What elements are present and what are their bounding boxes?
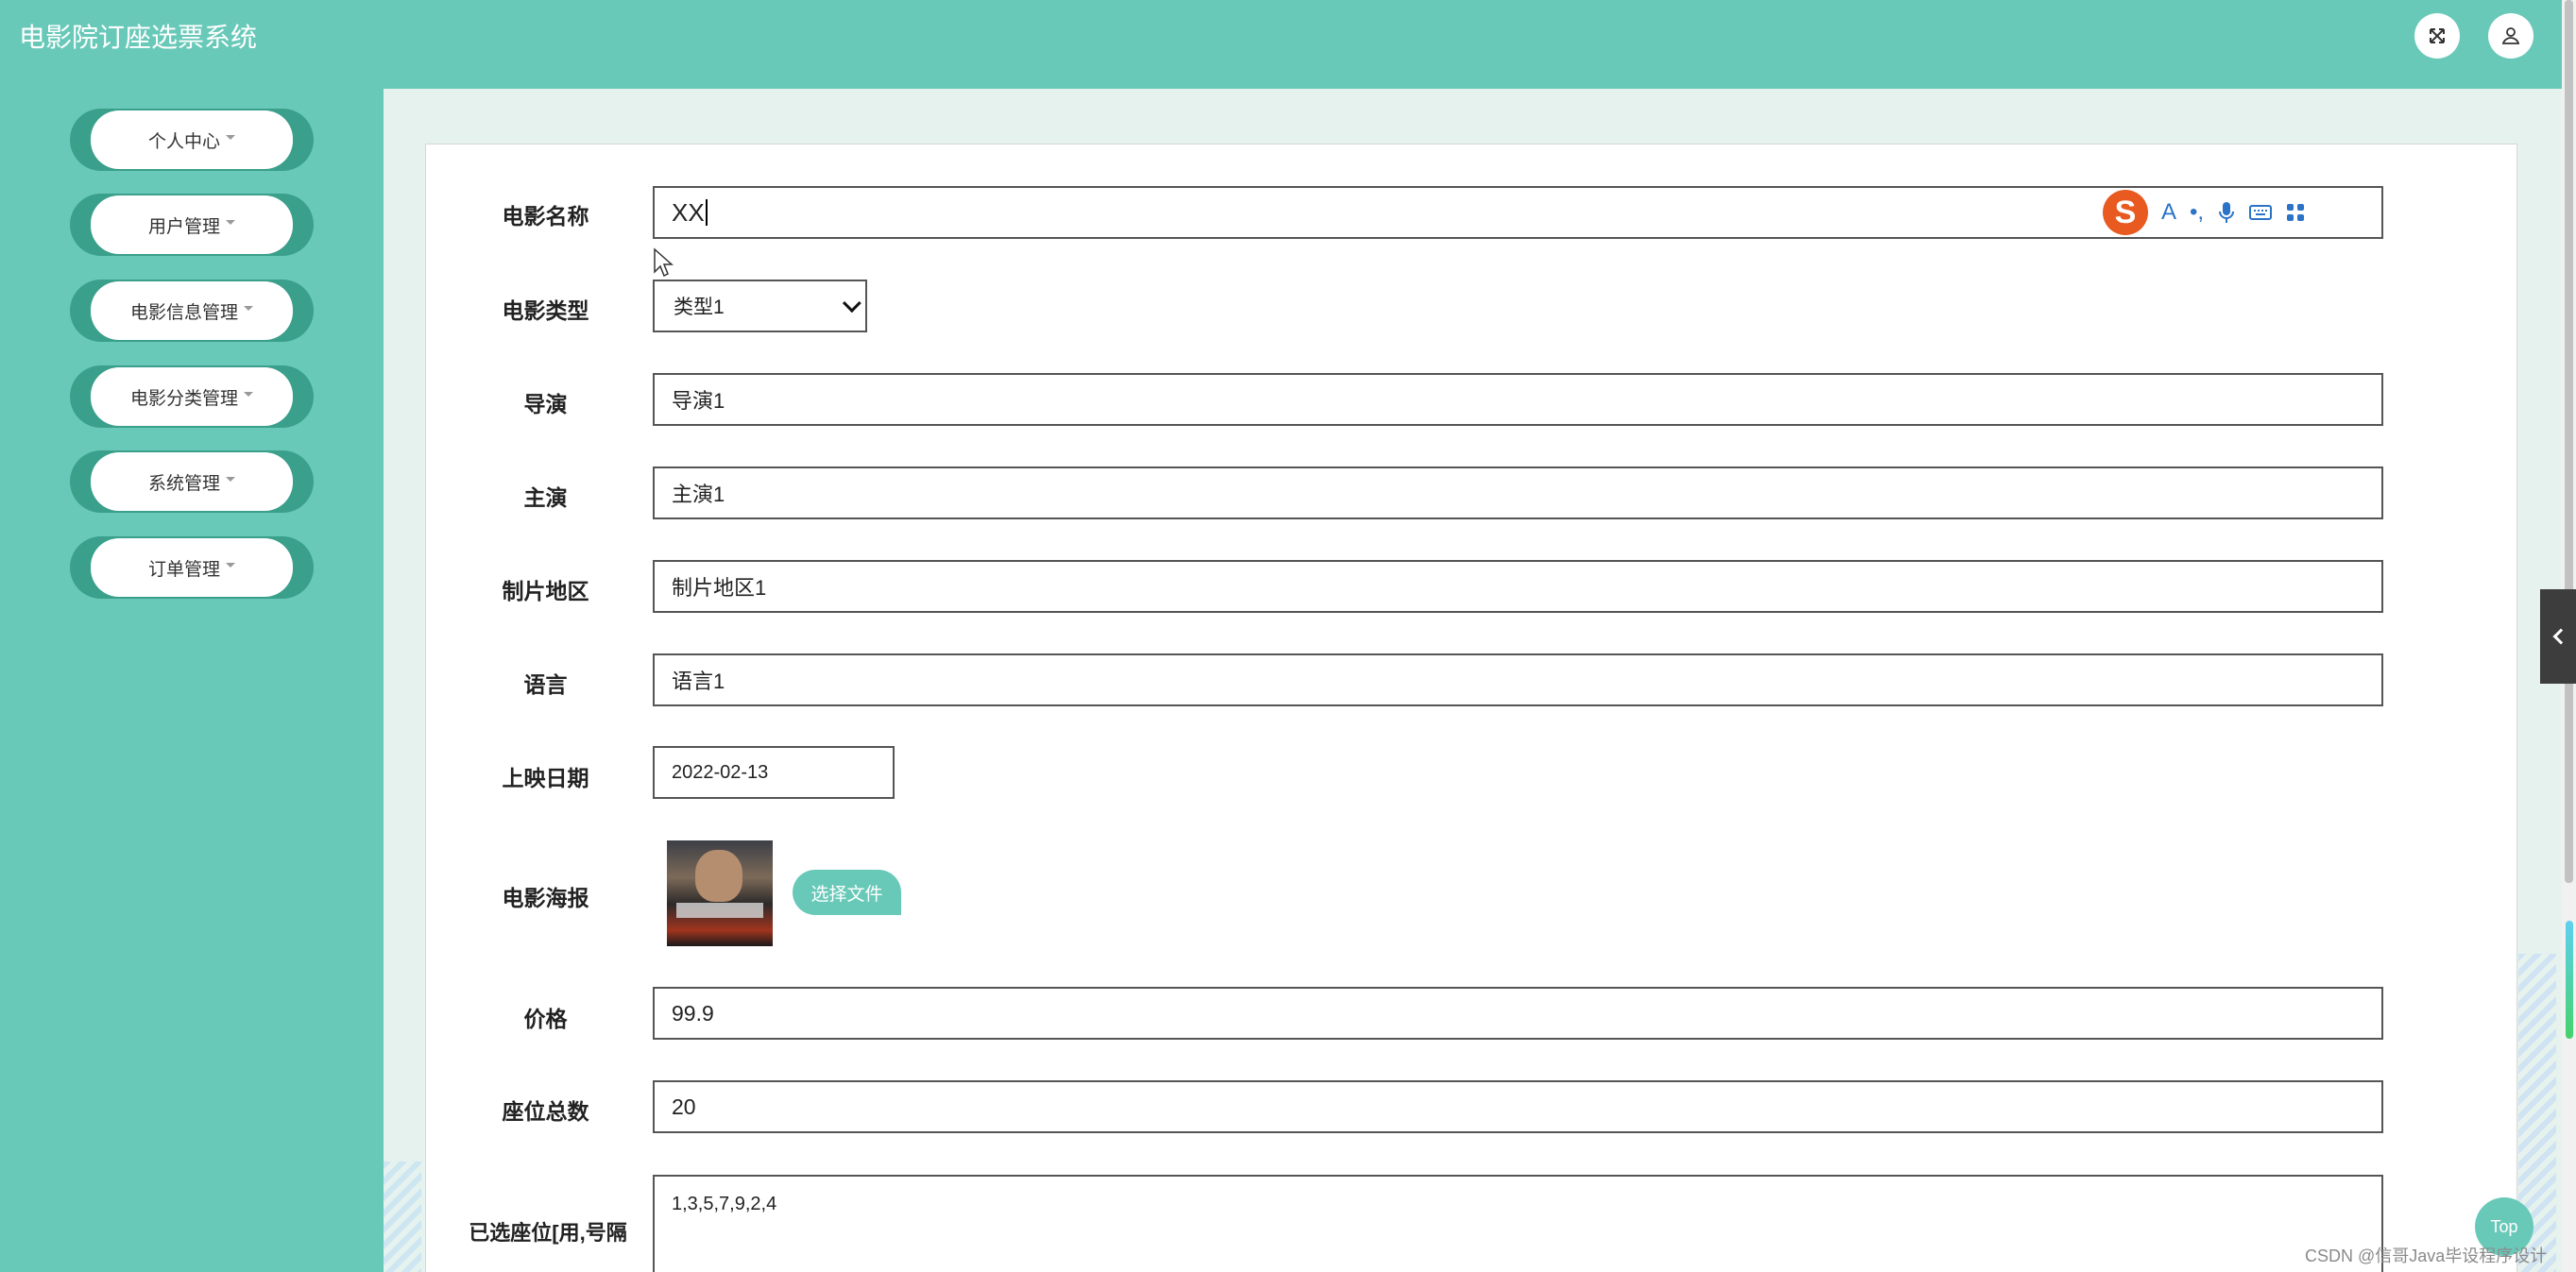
actors-value: 主演1 [672, 483, 725, 506]
mouse-pointer-icon [654, 247, 674, 278]
fullscreen-icon [2430, 28, 2445, 43]
scrollbar-thumb[interactable] [2565, 0, 2573, 883]
microphone-icon[interactable] [2217, 200, 2236, 225]
poster-figure [695, 850, 742, 902]
region-label: 制片地区 [502, 579, 589, 603]
scroll-accent-bar [2566, 921, 2573, 1039]
actors-input[interactable]: 主演1 [653, 466, 2383, 519]
sidebar-item-personal-center[interactable]: 个人中心 [70, 109, 314, 171]
sidebar-item-label: 个人中心 [147, 131, 220, 152]
caret-down-icon [226, 134, 235, 140]
text-caret [705, 199, 708, 226]
total-seats-value: 20 [672, 1094, 696, 1119]
language-label: 语言 [523, 672, 568, 697]
caret-down-icon [226, 219, 235, 225]
sidebar-item-label: 用户管理 [147, 216, 220, 237]
poster-label: 电影海报 [502, 886, 589, 910]
font-a-icon[interactable]: A [2161, 199, 2176, 226]
actors-label: 主演 [523, 485, 568, 510]
poster-title-graphic [676, 903, 763, 918]
caret-down-icon [244, 305, 253, 311]
region-input[interactable]: 制片地区1 [653, 560, 2383, 613]
director-value: 导演1 [672, 389, 725, 413]
movie-poster-image [667, 840, 773, 946]
price-input[interactable]: 99.9 [653, 987, 2383, 1040]
user-button[interactable] [2488, 13, 2533, 59]
chevron-left-icon [2552, 628, 2569, 645]
total-seats-input[interactable]: 20 [653, 1080, 2383, 1133]
movie-name-label: 电影名称 [502, 204, 589, 229]
sidebar-item-movie-category-management[interactable]: 电影分类管理 [70, 365, 314, 428]
watermark-text: CSDN @信哥Java毕设程序设计 [2305, 1247, 2548, 1265]
decorative-stripes [384, 1162, 421, 1272]
release-date-value: 2022-02-13 [672, 761, 769, 783]
selected-seats-textarea[interactable]: 1,3,5,7,9,2,4 [653, 1175, 2383, 1272]
movie-type-label: 电影类型 [502, 298, 589, 323]
sidebar-item-label: 系统管理 [147, 473, 220, 494]
sidebar-item-order-management[interactable]: 订单管理 [70, 536, 314, 599]
sidebar-item-movie-info-management[interactable]: 电影信息管理 [70, 280, 314, 342]
sidebar-item-label: 电影信息管理 [129, 302, 238, 323]
language-input[interactable]: 语言1 [653, 653, 2383, 706]
caret-down-icon [244, 391, 253, 397]
sidebar-item-system-management[interactable]: 系统管理 [70, 450, 314, 513]
language-value: 语言1 [672, 670, 725, 693]
director-input[interactable]: 导演1 [653, 373, 2383, 426]
sidebar [0, 89, 384, 1272]
price-value: 99.9 [672, 1000, 714, 1026]
sidebar-item-user-management[interactable]: 用户管理 [70, 194, 314, 256]
movie-name-value: XX [672, 197, 705, 227]
keyboard-icon[interactable] [2249, 203, 2273, 222]
movie-type-select[interactable]: 类型1 [653, 280, 867, 332]
release-date-input[interactable]: 2022-02-13 [653, 746, 895, 799]
caret-down-icon [226, 562, 235, 568]
region-value: 制片地区1 [672, 576, 767, 600]
user-icon [2501, 27, 2520, 44]
punctuation-icon[interactable]: •, [2190, 199, 2204, 226]
sidebar-item-label: 订单管理 [147, 559, 220, 580]
side-panel-toggle[interactable] [2540, 589, 2576, 684]
top-header: 电影院订座选票系统 [0, 0, 2576, 89]
apps-grid-icon[interactable] [2285, 202, 2306, 223]
sidebar-item-label: 电影分类管理 [129, 388, 238, 409]
ime-toolbar[interactable]: S A •, [2099, 189, 2326, 236]
director-label: 导演 [523, 392, 568, 416]
release-date-label: 上映日期 [502, 766, 589, 790]
fullscreen-button[interactable] [2414, 13, 2460, 59]
chevron-down-icon [842, 294, 862, 314]
movie-type-value: 类型1 [674, 297, 725, 318]
caret-down-icon [226, 476, 235, 482]
app-title: 电影院订座选票系统 [19, 23, 258, 52]
total-seats-label: 座位总数 [502, 1099, 589, 1124]
price-label: 价格 [523, 1007, 568, 1031]
selected-seats-value: 1,3,5,7,9,2,4 [672, 1194, 777, 1214]
sogou-logo-icon[interactable]: S [2103, 190, 2148, 235]
choose-file-button[interactable]: 选择文件 [793, 870, 901, 915]
selected-seats-label: 已选座位[用,号隔 [469, 1221, 627, 1245]
